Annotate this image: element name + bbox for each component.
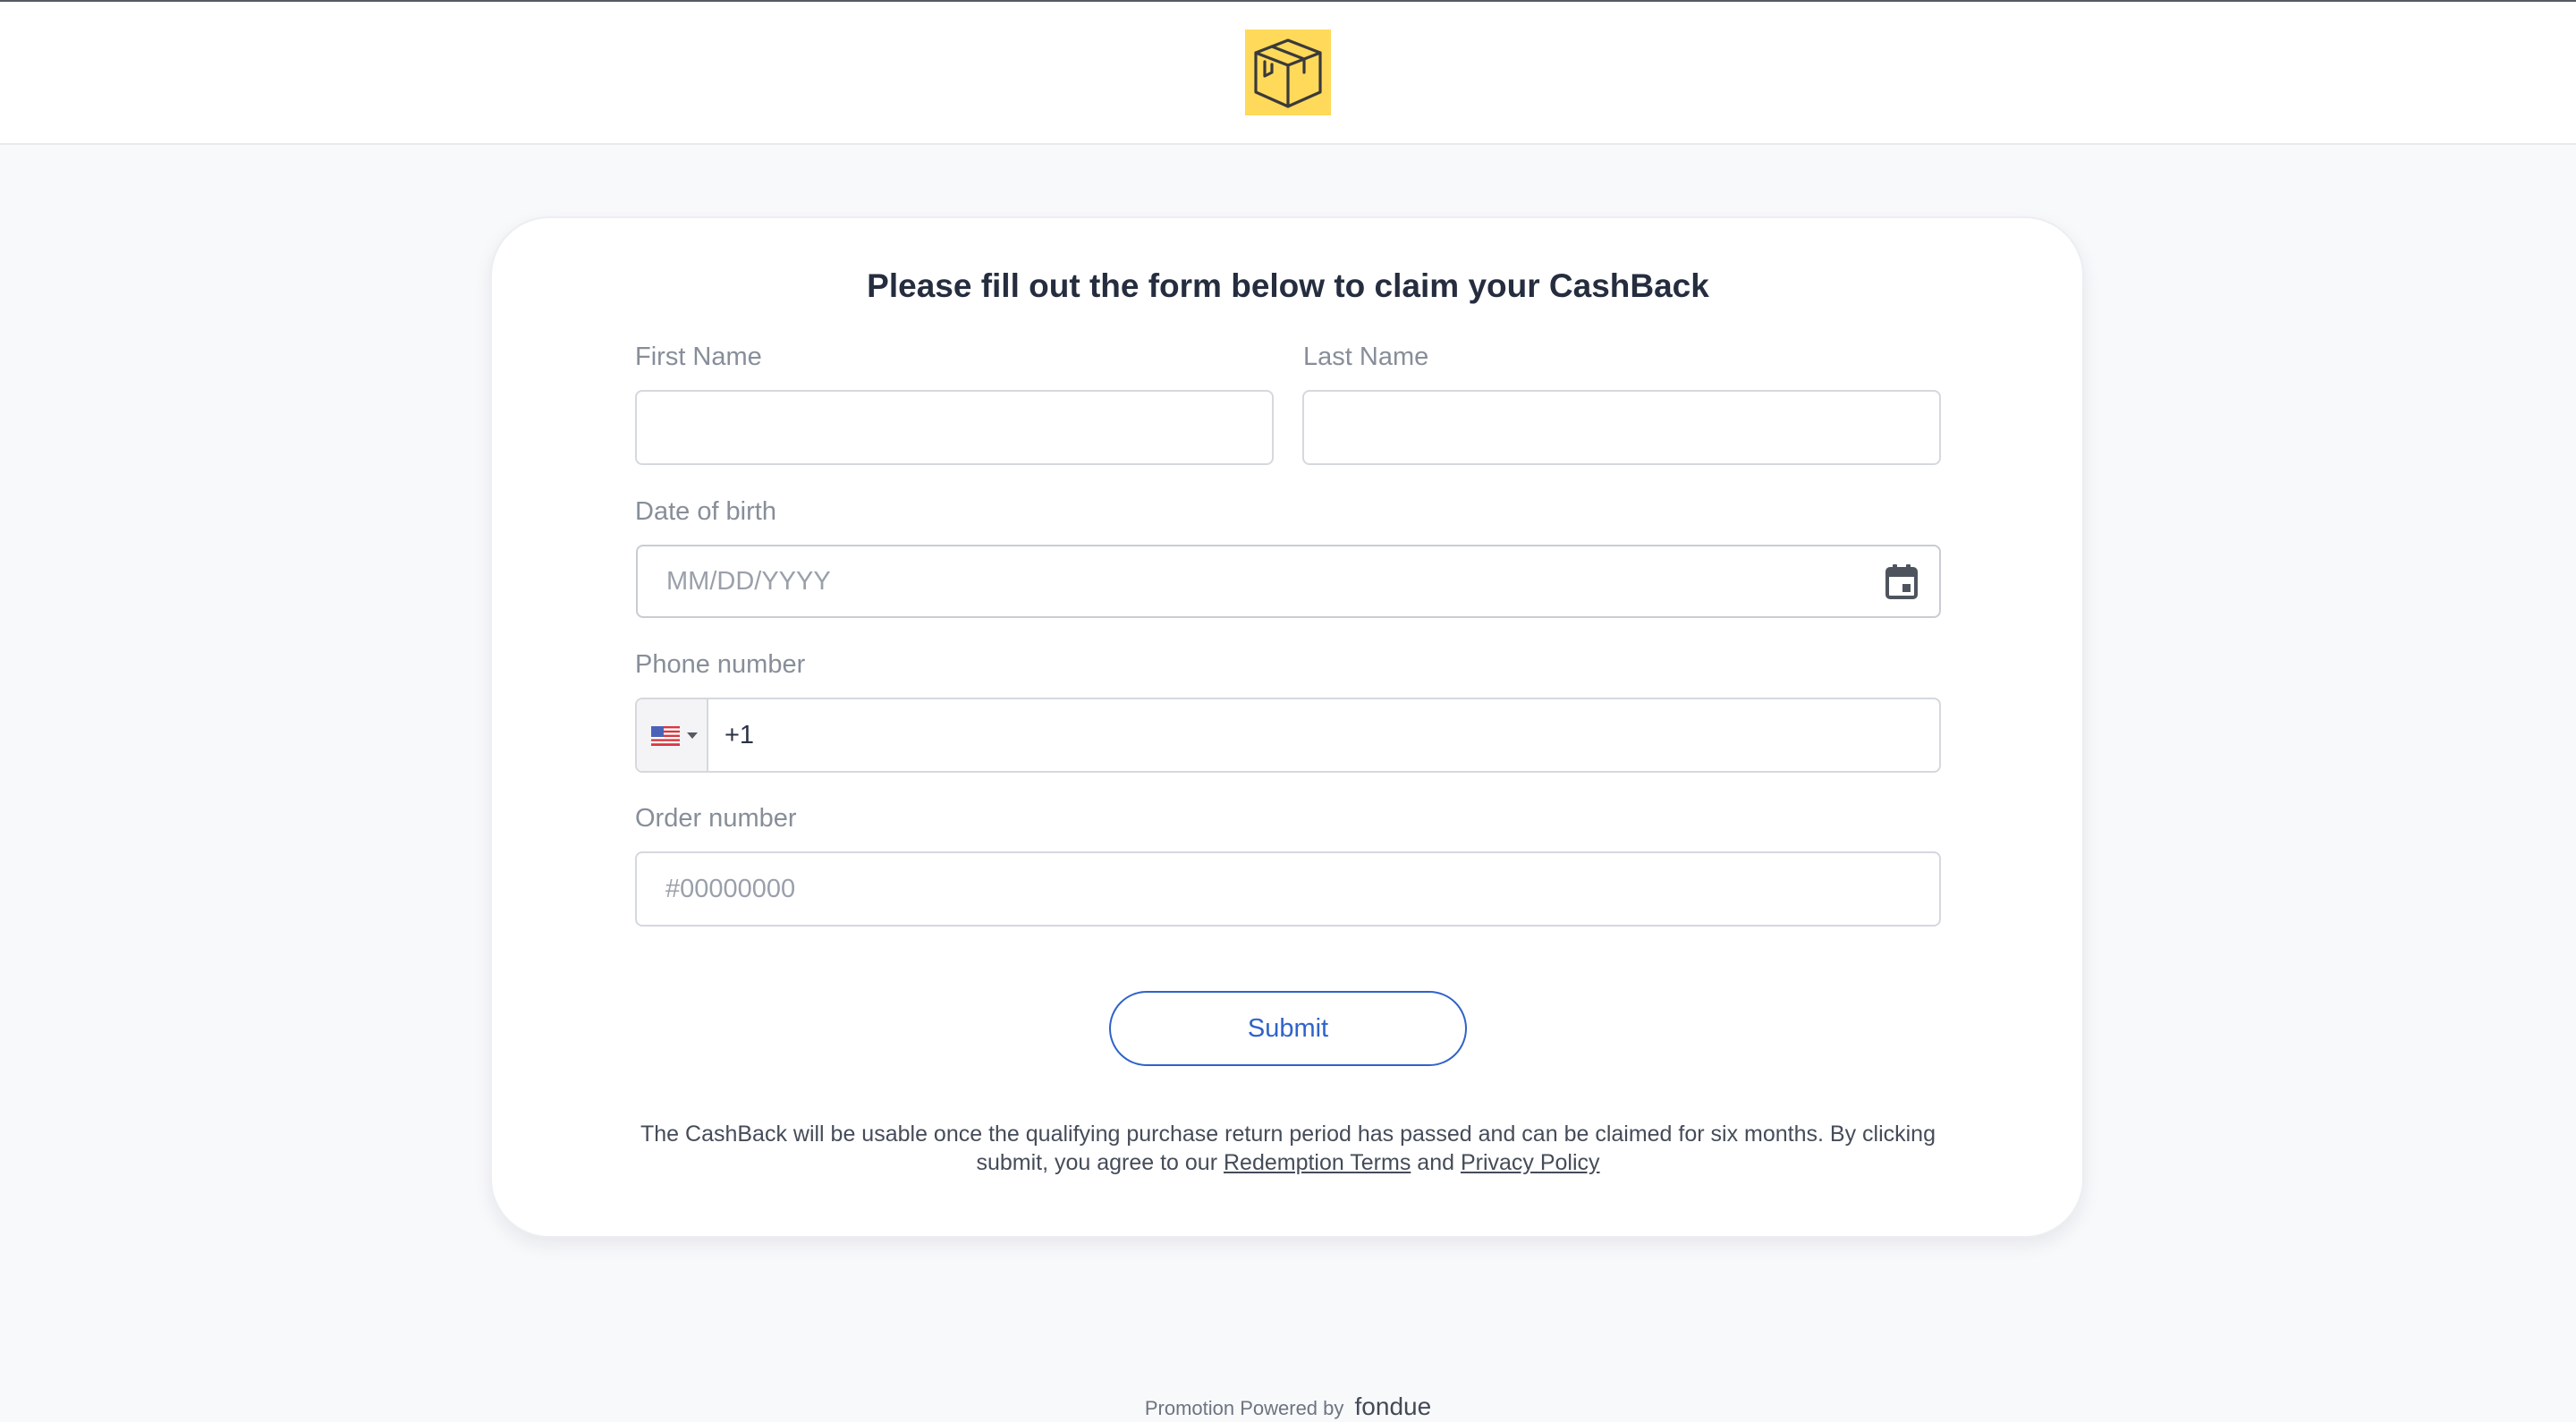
date-of-birth-input[interactable]: MM/DD/YYYY <box>636 545 1941 618</box>
first-name-label: First Name <box>635 343 762 371</box>
last-name-label: Last Name <box>1303 343 1429 371</box>
logo <box>1245 30 1331 115</box>
phone-number-value: +1 <box>724 721 755 749</box>
chevron-down-icon <box>687 732 698 739</box>
phone-number-label: Phone number <box>635 650 806 679</box>
us-flag-icon <box>651 726 680 746</box>
footer-text: Promotion Powered by <box>1144 1397 1344 1419</box>
first-name-input[interactable] <box>635 390 1274 465</box>
country-code-select[interactable] <box>637 699 708 771</box>
submit-button[interactable]: Submit <box>1109 991 1467 1066</box>
calendar-icon[interactable] <box>1881 561 1922 602</box>
phone-number-input[interactable]: +1 <box>635 698 1941 773</box>
last-name-input[interactable] <box>1302 390 1941 465</box>
order-number-label: Order number <box>635 804 797 833</box>
redemption-terms-link[interactable]: Redemption Terms <box>1224 1150 1411 1175</box>
header <box>0 2 2576 145</box>
terms-notice: The CashBack will be usable once the qua… <box>626 1120 1950 1177</box>
terms-and-text: and <box>1411 1150 1461 1175</box>
footer: Promotion Powered by fondue <box>0 1393 2576 1422</box>
date-of-birth-placeholder: MM/DD/YYYY <box>666 567 831 596</box>
package-box-icon <box>1254 38 1322 108</box>
date-of-birth-label: Date of birth <box>635 497 776 526</box>
privacy-policy-link[interactable]: Privacy Policy <box>1461 1150 1600 1175</box>
form-title: Please fill out the form below to claim … <box>867 267 1709 304</box>
fondue-logo[interactable]: fondue <box>1355 1393 1432 1420</box>
order-number-input[interactable] <box>635 851 1941 927</box>
